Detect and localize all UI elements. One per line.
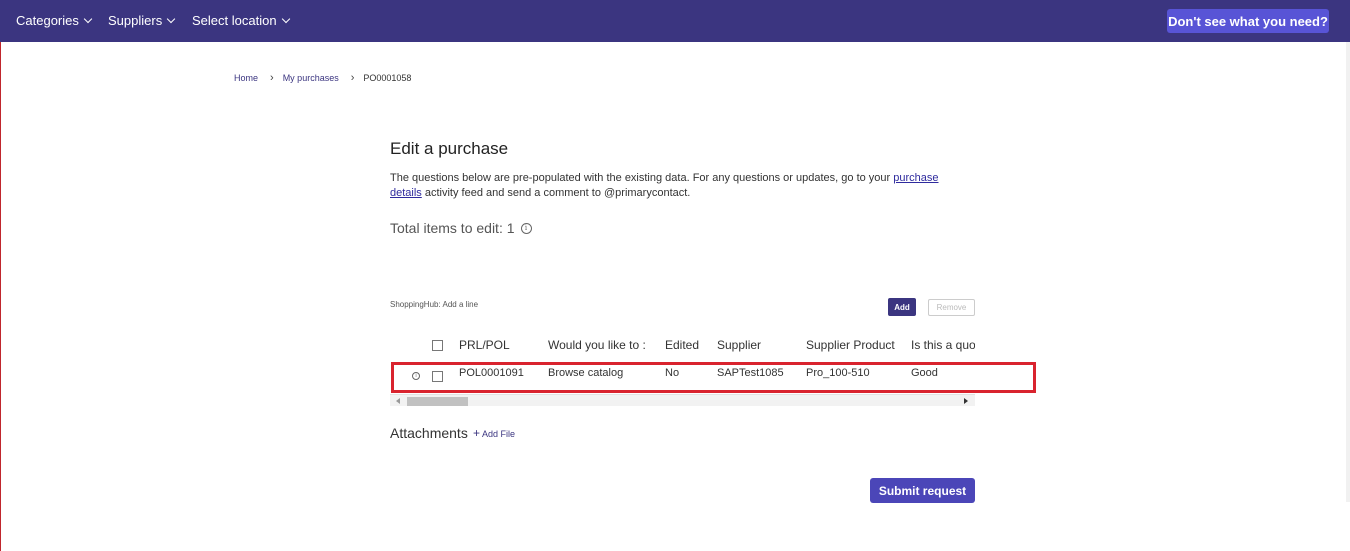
nav-categories-label: Categories <box>16 13 79 28</box>
total-items-label: Total items to edit: 1 <box>390 220 515 236</box>
row-highlight-box <box>391 362 1036 393</box>
column-header-supplier[interactable]: Supplier <box>717 338 761 352</box>
total-items: Total items to edit: 1 i <box>390 220 532 236</box>
table-horizontal-scrollbar[interactable] <box>390 394 975 406</box>
column-header-supplier-product[interactable]: Supplier Product <box>806 338 895 352</box>
nav-location-label: Select location <box>192 13 277 28</box>
dont-see-what-you-need-button[interactable]: Don't see what you need? <box>1167 9 1329 33</box>
page-scrollbar[interactable] <box>1346 42 1350 502</box>
desc-text-before: The questions below are pre-populated wi… <box>390 172 894 184</box>
page-title: Edit a purchase <box>390 139 509 158</box>
submit-request-button[interactable]: Submit request <box>870 478 975 503</box>
page-frame <box>0 0 1350 551</box>
chevron-down-icon <box>83 14 93 24</box>
add-line-button[interactable]: Add <box>888 298 916 316</box>
scrollbar-thumb[interactable] <box>407 397 468 406</box>
info-icon[interactable]: i <box>520 222 532 234</box>
nav-select-location[interactable]: Select location <box>192 13 290 28</box>
scroll-left-arrow-icon[interactable] <box>396 398 400 404</box>
shoppinghub-label: ShoppingHub: Add a line <box>390 300 479 309</box>
nav-suppliers-label: Suppliers <box>108 13 163 28</box>
plus-icon: + <box>473 426 481 440</box>
breadcrumb-current: PO0001058 <box>363 73 412 83</box>
nav-categories[interactable]: Categories <box>16 13 93 28</box>
remove-line-button[interactable]: Remove <box>928 299 975 316</box>
select-all-checkbox[interactable] <box>432 340 443 351</box>
nav-suppliers[interactable]: Suppliers <box>108 13 176 28</box>
breadcrumb-home[interactable]: Home <box>234 73 258 83</box>
chevron-right-icon: › <box>350 72 355 84</box>
breadcrumb-my-purchases[interactable]: My purchases <box>283 73 339 83</box>
column-header-quote[interactable]: Is this a quo <box>911 338 975 352</box>
top-navbar: Categories Suppliers Select location Don… <box>0 0 1350 42</box>
chevron-right-icon: › <box>270 72 274 84</box>
breadcrumb: Home › My purchases › PO0001058 <box>234 72 411 84</box>
add-file-link[interactable]: + Add File <box>473 426 515 440</box>
desc-text-after: activity feed and send a comment to @pri… <box>421 187 691 199</box>
chevron-down-icon <box>166 14 176 24</box>
page-description: The questions below are pre-populated wi… <box>390 171 950 201</box>
column-header-edited[interactable]: Edited <box>665 338 699 352</box>
column-header-action[interactable]: Would you like to : <box>548 338 646 352</box>
chevron-down-icon <box>281 14 290 24</box>
column-header-prl-pol[interactable]: PRL/POL <box>459 338 510 352</box>
attachments-label: Attachments <box>390 425 468 441</box>
scroll-right-arrow-icon[interactable] <box>964 398 968 404</box>
add-file-label: Add File <box>482 429 516 439</box>
